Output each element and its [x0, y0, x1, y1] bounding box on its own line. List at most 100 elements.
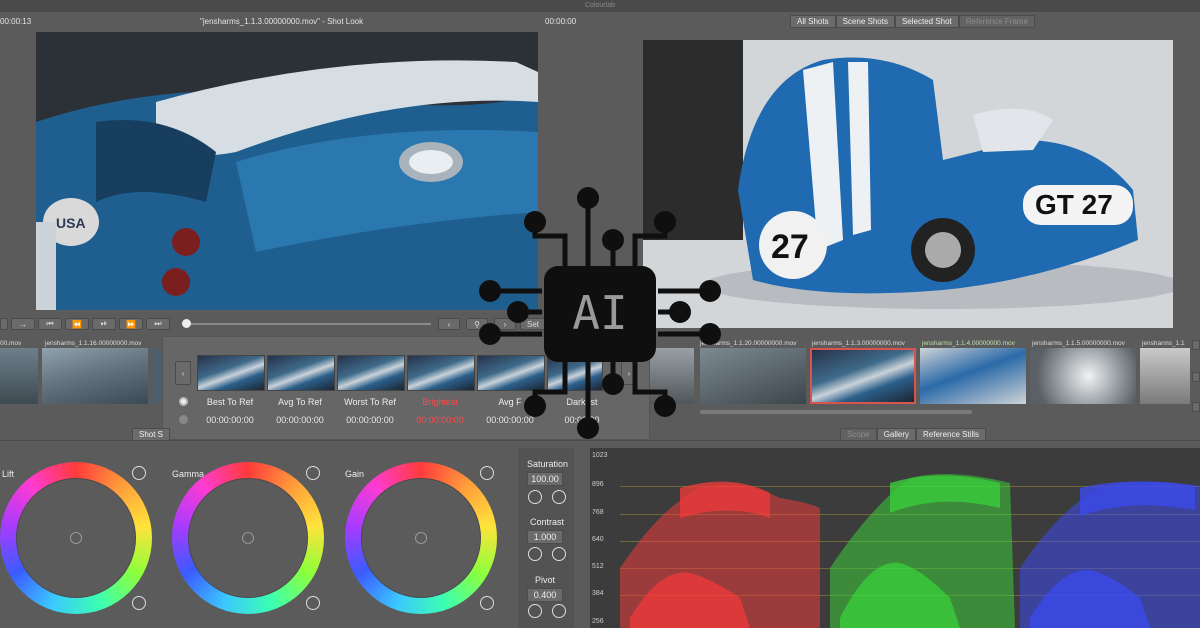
tab-shot-s[interactable]: Shot S: [132, 428, 171, 441]
transport-controls: → ⏮ ⏪ ⏯ ⏩ ⏭: [0, 318, 170, 330]
contrast-label: Contrast: [530, 517, 565, 527]
tab-selected-shot[interactable]: Selected Shot: [894, 15, 959, 28]
popup-thumbnail[interactable]: [407, 355, 475, 391]
lift-wheel-handle[interactable]: [70, 532, 82, 544]
gamma-wheel[interactable]: [172, 462, 324, 614]
scope-tick: 1023: [592, 452, 608, 459]
thumb-label: jensharms_1.1.3.00000000.mov: [812, 340, 905, 347]
pivot-reset-alt-icon[interactable]: [552, 604, 566, 618]
thumb-label: jensharms_1.1: [1142, 340, 1185, 347]
tab-scene-shots[interactable]: Scene Shots: [835, 15, 895, 28]
saturation-reset-icon[interactable]: [528, 490, 542, 504]
gain-reset-icon[interactable]: [480, 466, 494, 480]
left-viewer-image: USA: [36, 32, 538, 310]
thumbnail[interactable]: [152, 348, 162, 404]
thumbnail[interactable]: [1140, 348, 1190, 404]
col-avg-to-ref-value: 00:00:00:00: [276, 415, 324, 425]
col-brightest-value: 00:00:00:00: [416, 415, 464, 425]
col-avg-to-ref-label: Avg To Ref: [278, 397, 322, 407]
thumbnail[interactable]: [1030, 348, 1136, 404]
play-button[interactable]: ⏯: [92, 318, 116, 330]
step-forward-button[interactable]: →: [11, 318, 35, 330]
svg-text:GT 27: GT 27: [1035, 189, 1113, 220]
col-worst-to-ref-label: Worst To Ref: [344, 397, 396, 407]
tab-scope[interactable]: Scope: [840, 428, 877, 441]
saturation-value[interactable]: 100.00: [527, 472, 563, 486]
popup-thumbnail[interactable]: [197, 355, 265, 391]
gain-reset-bottom-icon[interactable]: [480, 596, 494, 610]
bottom-right-tabs: Scope Gallery Reference Stills: [840, 428, 987, 441]
first-frame-button[interactable]: ⏮: [38, 318, 62, 330]
wheel-gain-label: Gain: [345, 469, 365, 479]
thumbnail[interactable]: [0, 348, 38, 404]
gain-wheel[interactable]: [345, 462, 497, 614]
prev-edge-button[interactable]: [0, 318, 8, 330]
contrast-value[interactable]: 1.000: [527, 530, 563, 544]
panel-divider: [0, 440, 1200, 441]
ai-chip-label: AI: [572, 286, 627, 340]
thumbnail[interactable]: [920, 348, 1026, 404]
scrubber-handle[interactable]: [182, 319, 191, 328]
wheel-lift-label: Lift: [2, 469, 15, 479]
saturation-label: Saturation: [527, 459, 569, 469]
rewind-button[interactable]: ⏪: [65, 318, 89, 330]
thumb-label: jensharms_1.1.16.00000000.mov: [45, 340, 142, 347]
scope-tick: 640: [592, 536, 604, 543]
tab-reference-frame[interactable]: Reference Frame: [958, 15, 1036, 28]
scope-tick: 256: [592, 618, 604, 625]
contrast-reset-icon[interactable]: [528, 547, 542, 561]
left-timecode-end: 00:00:00: [545, 17, 577, 26]
saturation-reset-alt-icon[interactable]: [552, 490, 566, 504]
left-viewer-title: "jensharms_1.1.3.00000000.mov" - Shot Lo…: [200, 17, 364, 26]
gain-wheel-handle[interactable]: [415, 532, 427, 544]
side-tool-button[interactable]: [1192, 372, 1200, 382]
scope-tick: 768: [592, 509, 604, 516]
popup-thumbnail[interactable]: [267, 355, 335, 391]
pivot-label: Pivot: [535, 575, 556, 585]
tab-all-shots[interactable]: All Shots: [790, 15, 836, 28]
last-frame-button[interactable]: ⏭: [146, 318, 170, 330]
lift-reset-icon[interactable]: [132, 466, 146, 480]
col-best-to-ref-value: 00:00:00:00: [206, 415, 254, 425]
timeline-scrubber[interactable]: [186, 323, 431, 325]
side-tool-button[interactable]: [1192, 340, 1200, 350]
thumbnail-scrollbar[interactable]: [700, 410, 972, 414]
title-bar: Colourlab: [0, 0, 1200, 12]
radio-selected[interactable]: [179, 397, 188, 406]
lift-wheel[interactable]: [0, 462, 152, 614]
fast-forward-button[interactable]: ⏩: [119, 318, 143, 330]
thumbnail[interactable]: [42, 348, 148, 404]
thumb-label: 00.mov: [0, 340, 22, 347]
scope-tick: 384: [592, 590, 604, 597]
side-tool-button[interactable]: [1192, 402, 1200, 412]
left-timecode-start: 00:00:13: [0, 17, 32, 26]
popup-prev-button[interactable]: ‹: [175, 361, 191, 385]
pivot-value[interactable]: 0.400: [527, 588, 563, 602]
right-viewer-tabs: All Shots Scene Shots Selected Shot Refe…: [790, 15, 1036, 28]
pivot-reset-icon[interactable]: [528, 604, 542, 618]
ai-chip-icon: AI: [479, 187, 721, 439]
popup-thumbnail[interactable]: [337, 355, 405, 391]
tab-gallery[interactable]: Gallery: [876, 428, 917, 441]
thumb-label: jensharms_1.1.5.00000000.mov: [1032, 340, 1125, 347]
radio-unselected[interactable]: [179, 415, 188, 424]
car-closeup-image: USA: [36, 32, 538, 310]
gamma-reset-bottom-icon[interactable]: [306, 596, 320, 610]
lift-reset-bottom-icon[interactable]: [132, 596, 146, 610]
gamma-reset-icon[interactable]: [306, 466, 320, 480]
scope-tick: 896: [592, 481, 604, 488]
rgb-parade-traces: [620, 474, 1200, 628]
prev-marker-button[interactable]: ‹: [438, 318, 460, 330]
thumbnail-selected[interactable]: [810, 348, 916, 404]
svg-text:USA: USA: [56, 215, 86, 231]
scope-tick: 512: [592, 563, 604, 570]
tab-reference-stills[interactable]: Reference Stills: [916, 428, 987, 441]
col-brightest-label: Brightest: [422, 397, 458, 407]
col-best-to-ref-label: Best To Ref: [206, 397, 254, 407]
contrast-reset-alt-icon[interactable]: [552, 547, 566, 561]
app-title: Colourlab: [585, 2, 615, 9]
thumb-label: jensharms_1.1.4.00000000.mov: [922, 340, 1015, 347]
gamma-wheel-handle[interactable]: [242, 532, 254, 544]
svg-text:27: 27: [771, 228, 809, 266]
waveform-scope: 1023 896 768 640 512 384 256: [590, 448, 1200, 628]
